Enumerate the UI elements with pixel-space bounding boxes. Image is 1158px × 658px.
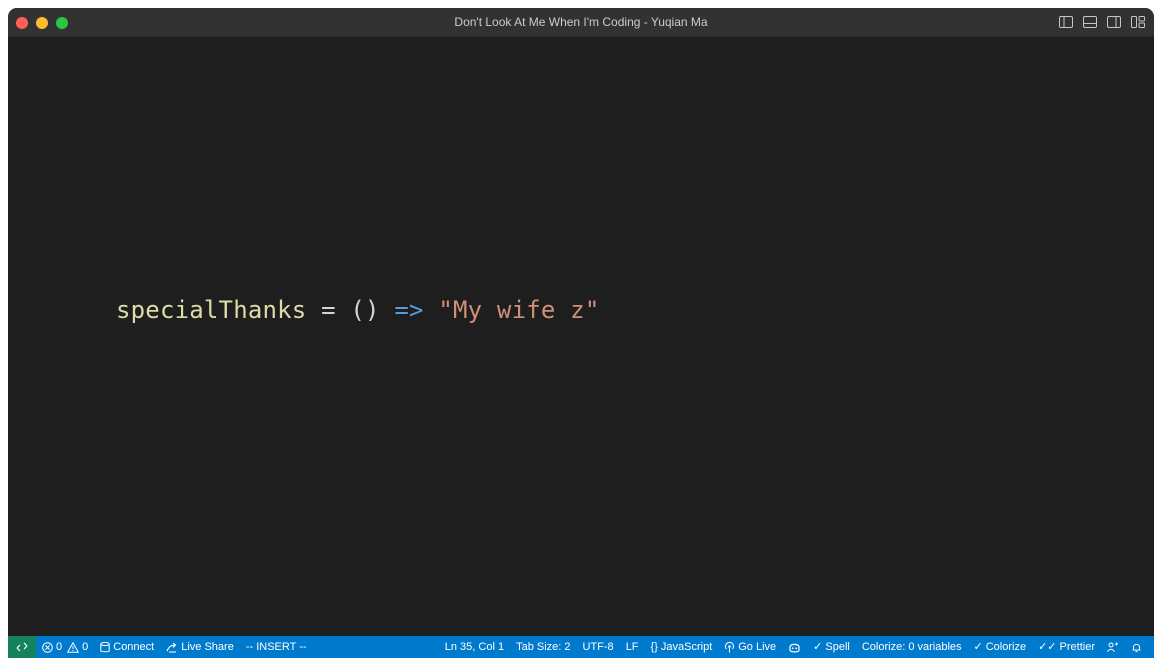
warning-count: 0 [82,641,89,653]
bell-icon [1132,643,1141,652]
code-string: "My wife z" [438,296,600,324]
prettier-button[interactable]: ✓✓ Prettier [1032,636,1101,658]
colorize-variables-indicator[interactable]: Colorize: 0 variables [856,636,968,658]
colorize-label: Colorize [985,641,1027,653]
toggle-panel-icon[interactable] [1082,14,1098,30]
code-identifier: specialThanks [116,296,307,324]
go-live-label: Go Live [738,641,777,653]
tab-size-button[interactable]: Tab Size: 2 [510,636,576,658]
spell-label: Spell [825,641,850,653]
prettier-label: Prettier [1059,641,1095,653]
code-params: () [350,296,380,324]
database-icon [100,641,110,652]
error-icon [42,641,53,653]
copilot-icon [789,643,800,652]
toggle-secondary-sidebar-icon[interactable] [1106,14,1122,30]
colorize-variables-label: Colorize: 0 variables [861,641,962,653]
tab-size-label: Tab Size: 2 [516,641,571,653]
code-line[interactable]: specialThanks = () => "My wife z" [116,296,599,324]
check-icon: ✓ [813,640,823,653]
editor-window: Don't Look At Me When I'm Coding - Yuqia… [8,8,1154,658]
vim-mode-label: -- INSERT -- [245,641,307,653]
encoding-label: UTF-8 [582,641,614,653]
language-label: JavaScript [660,641,713,653]
problems-indicator[interactable]: 0 0 [36,636,94,658]
remote-icon [16,642,28,652]
error-count: 0 [56,641,63,653]
code-assign: = [306,296,351,324]
eol-label: LF [625,641,639,653]
encoding-button[interactable]: UTF-8 [577,636,620,658]
remote-indicator-button[interactable] [8,636,36,658]
language-mode-button[interactable]: {} JavaScript [645,636,719,658]
editor-area[interactable]: specialThanks = () => "My wife z" [8,37,1154,636]
spell-button[interactable]: ✓ Spell [807,636,856,658]
connect-label: Connect [113,641,155,653]
title-bar: Don't Look At Me When I'm Coding - Yuqia… [8,8,1154,37]
colorize-button[interactable]: ✓ Colorize [968,636,1033,658]
status-bar: 0 0 Connect Live Share -- INSERT -- Ln 3… [8,636,1154,658]
go-live-button[interactable]: Go Live [718,636,782,658]
eol-button[interactable]: LF [620,636,645,658]
vim-mode-indicator: -- INSERT -- [240,636,313,658]
connect-button[interactable]: Connect [94,636,160,658]
double-check-icon: ✓✓ [1038,640,1057,653]
copilot-button[interactable] [782,636,807,658]
window-title: Don't Look At Me When I'm Coding - Yuqia… [454,15,708,29]
live-share-button[interactable]: Live Share [160,636,240,658]
customize-layout-icon[interactable] [1130,14,1146,30]
check-icon: ✓ [973,640,983,653]
feedback-icon [1107,642,1118,652]
braces-icon: {} [650,640,658,653]
cursor-position-label: Ln 35, Col 1 [444,641,505,653]
warning-icon [67,641,80,653]
layout-controls [1058,14,1146,30]
cursor-position[interactable]: Ln 35, Col 1 [439,636,510,658]
live-share-label: Live Share [181,641,234,653]
notifications-button[interactable] [1125,636,1148,658]
feedback-button[interactable] [1101,636,1125,658]
live-share-icon [166,642,177,652]
toggle-primary-sidebar-icon[interactable] [1058,14,1074,30]
code-arrow: => [379,296,439,324]
broadcast-icon [725,641,735,652]
